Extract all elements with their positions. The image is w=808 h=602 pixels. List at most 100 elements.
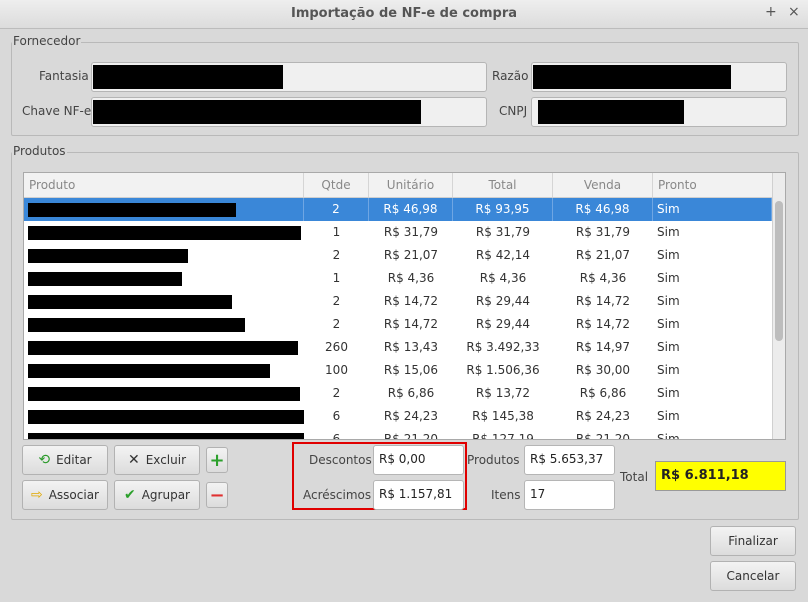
- column-header-qtde[interactable]: Qtde: [304, 173, 369, 197]
- cell-pronto: Sim: [657, 225, 680, 239]
- cell-unit: R$ 15,06: [383, 363, 439, 377]
- column-header-produto[interactable]: Produto: [24, 173, 304, 197]
- cell-qtde: 1: [332, 225, 341, 239]
- edit-button[interactable]: ⟲ Editar: [22, 445, 108, 475]
- cell-venda: R$ 14,72: [575, 317, 631, 331]
- cell-unit: R$ 24,23: [383, 409, 439, 423]
- cell-qtde: 2: [332, 386, 341, 400]
- table-row[interactable]: 2 R$ 6,86 R$ 13,72 R$ 6,86 Sim: [24, 382, 772, 405]
- products-table[interactable]: Produto Qtde Unitário Total Venda Pronto…: [23, 172, 786, 440]
- table-row[interactable]: 2 R$ 14,72 R$ 29,44 R$ 14,72 Sim: [24, 290, 772, 313]
- add-button[interactable]: +: [206, 447, 228, 473]
- cell-venda: R$ 21,07: [575, 248, 631, 262]
- cell-pronto: Sim: [657, 294, 680, 308]
- delete-button[interactable]: ✕ Excluir: [114, 445, 200, 475]
- finalize-button[interactable]: Finalizar: [710, 526, 796, 556]
- scrollbar-thumb[interactable]: [775, 201, 783, 341]
- table-row[interactable]: 6 R$ 21,20 R$ 127,19 R$ 21,20 Sim: [24, 428, 772, 440]
- group-button[interactable]: ✔ Agrupar: [114, 480, 200, 510]
- redacted-block: [28, 203, 236, 217]
- cnpj-field[interactable]: [531, 97, 787, 127]
- product-name-cell: [24, 198, 304, 221]
- produtos-total-label: Produtos: [467, 453, 520, 467]
- produtos-total-input[interactable]: R$ 5.653,37: [524, 445, 615, 475]
- cell-pronto: Sim: [657, 409, 680, 423]
- itens-input[interactable]: 17: [524, 480, 615, 510]
- cell-pronto: Sim: [657, 248, 680, 262]
- cell-qtde: 6: [332, 409, 341, 423]
- cell-total: R$ 4,36: [479, 271, 527, 285]
- check-icon: ✔: [123, 487, 136, 503]
- cell-venda: R$ 4,36: [579, 271, 627, 285]
- x-icon: ✕: [127, 452, 140, 468]
- descontos-input[interactable]: R$ 0,00: [373, 445, 464, 475]
- cell-total: R$ 3.492,33: [466, 340, 540, 354]
- acrescimos-input[interactable]: R$ 1.157,81: [373, 480, 464, 510]
- maximize-icon[interactable]: +: [765, 4, 777, 20]
- redacted-block: [28, 226, 301, 240]
- cell-venda: R$ 31,79: [575, 225, 631, 239]
- redacted-block: [28, 272, 182, 286]
- cell-qtde: 1: [332, 271, 341, 285]
- cell-total: R$ 42,14: [475, 248, 531, 262]
- supplier-legend: Fornecedor: [12, 34, 82, 48]
- table-row[interactable]: 260 R$ 13,43 R$ 3.492,33 R$ 14,97 Sim: [24, 336, 772, 359]
- table-row[interactable]: 1 R$ 31,79 R$ 31,79 R$ 31,79 Sim: [24, 221, 772, 244]
- product-name-cell: [24, 382, 304, 405]
- total-value: R$ 6.811,18: [655, 461, 786, 491]
- refresh-icon: ⟲: [38, 452, 51, 468]
- table-row[interactable]: 100 R$ 15,06 R$ 1.506,36 R$ 30,00 Sim: [24, 359, 772, 382]
- products-legend: Produtos: [12, 144, 67, 158]
- cell-venda: R$ 14,72: [575, 294, 631, 308]
- cell-unit: R$ 14,72: [383, 317, 439, 331]
- table-scrollbar[interactable]: [772, 173, 785, 439]
- redacted-block: [28, 249, 188, 263]
- total-label: Total: [620, 470, 649, 484]
- cell-venda: R$ 14,97: [575, 340, 631, 354]
- table-row[interactable]: 6 R$ 24,23 R$ 145,38 R$ 24,23 Sim: [24, 405, 772, 428]
- cell-pronto: Sim: [657, 386, 680, 400]
- cell-venda: R$ 21,20: [575, 432, 631, 440]
- redacted-block: [533, 65, 731, 89]
- cell-total: R$ 1.506,36: [466, 363, 540, 377]
- product-name-cell: [24, 359, 304, 382]
- chave-nfe-field[interactable]: [91, 97, 487, 127]
- product-name-cell: [24, 290, 304, 313]
- razao-label: Razão: [492, 69, 529, 83]
- cell-pronto: Sim: [657, 363, 680, 377]
- redacted-block: [28, 295, 232, 309]
- cell-total: R$ 29,44: [475, 294, 531, 308]
- title-bar: Importação de NF-e de compra + ×: [0, 0, 808, 29]
- edit-button-label: Editar: [56, 453, 92, 467]
- razao-field[interactable]: [531, 62, 787, 92]
- cell-total: R$ 13,72: [475, 386, 531, 400]
- fantasia-field[interactable]: [91, 62, 487, 92]
- cell-unit: R$ 14,72: [383, 294, 439, 308]
- column-header-unitario[interactable]: Unitário: [369, 173, 453, 197]
- cell-venda: R$ 30,00: [575, 363, 631, 377]
- cell-total: R$ 127,19: [472, 432, 534, 440]
- table-row[interactable]: 2 R$ 14,72 R$ 29,44 R$ 14,72 Sim: [24, 313, 772, 336]
- column-header-pronto[interactable]: Pronto: [653, 173, 772, 197]
- table-row[interactable]: 2 R$ 46,98 R$ 93,95 R$ 46,98 Sim: [24, 198, 772, 221]
- cnpj-label: CNPJ: [499, 104, 528, 118]
- column-header-venda[interactable]: Venda: [553, 173, 653, 197]
- redacted-block: [28, 387, 300, 401]
- table-row[interactable]: 1 R$ 4,36 R$ 4,36 R$ 4,36 Sim: [24, 267, 772, 290]
- column-header-total[interactable]: Total: [453, 173, 553, 197]
- cell-pronto: Sim: [653, 198, 772, 221]
- cell-unit: R$ 6,86: [387, 386, 435, 400]
- product-name-cell: [24, 267, 304, 290]
- associate-button[interactable]: ⇨ Associar: [22, 480, 108, 510]
- redacted-block: [93, 100, 421, 124]
- cell-total: R$ 93,95: [453, 198, 553, 221]
- product-name-cell: [24, 221, 304, 244]
- product-name-cell: [24, 336, 304, 359]
- cancel-button[interactable]: Cancelar: [710, 561, 796, 591]
- cell-total: R$ 29,44: [475, 317, 531, 331]
- table-row[interactable]: 2 R$ 21,07 R$ 42,14 R$ 21,07 Sim: [24, 244, 772, 267]
- product-name-cell: [24, 405, 304, 428]
- descontos-label: Descontos: [309, 453, 372, 467]
- close-icon[interactable]: ×: [788, 4, 800, 20]
- remove-button[interactable]: −: [206, 482, 228, 508]
